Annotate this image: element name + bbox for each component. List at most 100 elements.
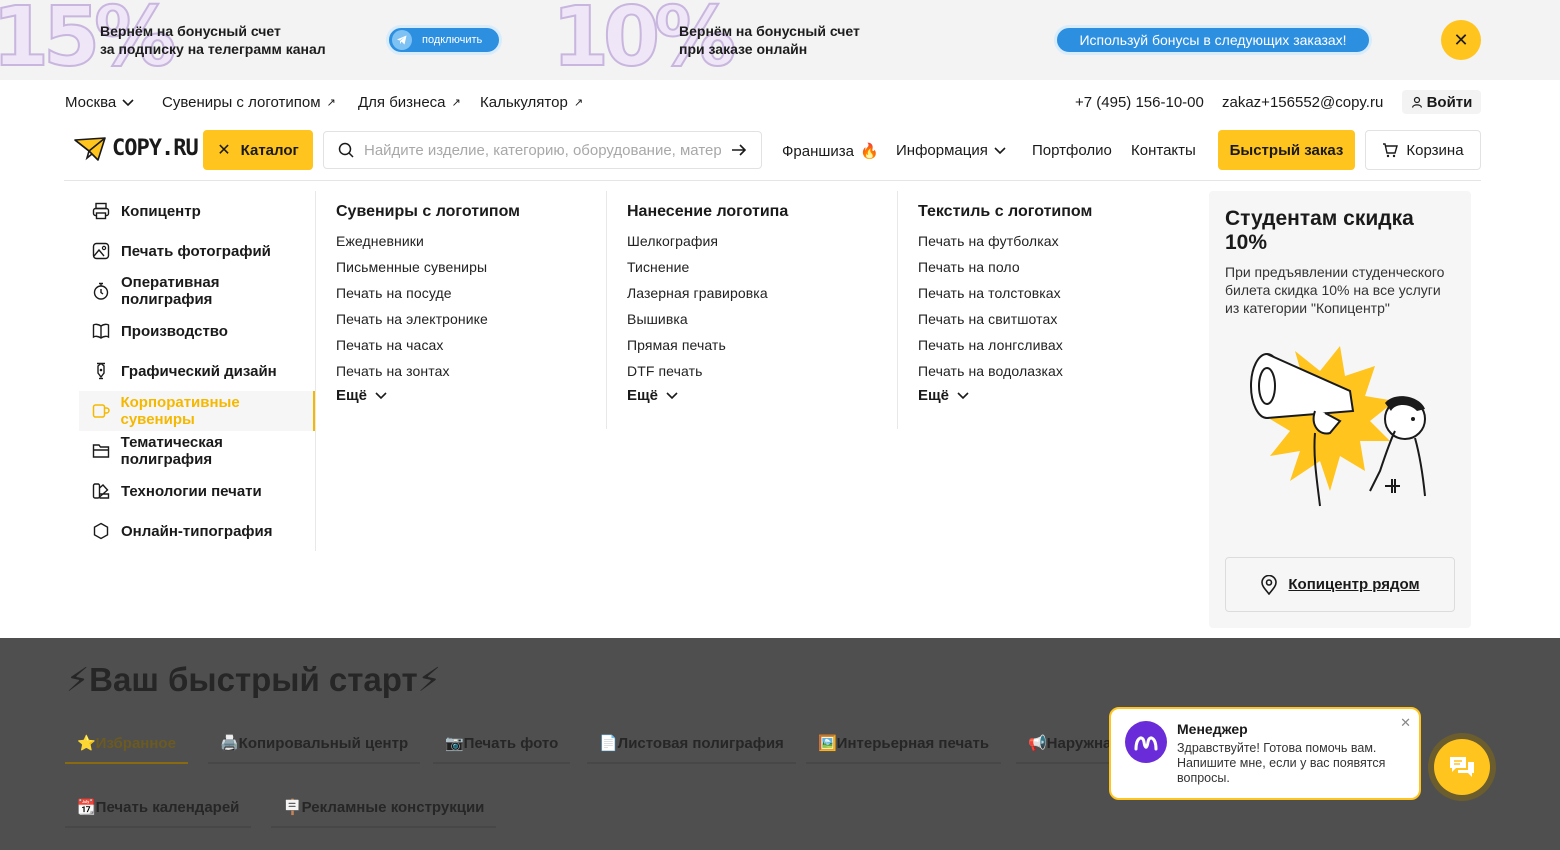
more-label: Ещё (336, 387, 368, 404)
tab-photo-print[interactable]: 📷Печать фото (433, 728, 571, 764)
franchise-link[interactable]: Франшиза 🔥 (782, 142, 879, 161)
chevron-down-icon (957, 391, 969, 399)
cart-icon (1383, 143, 1399, 158)
submenu-link[interactable]: Печать на посуде (336, 285, 606, 311)
category-item-design[interactable]: Графический дизайн (79, 351, 315, 391)
email-link[interactable]: zakaz+156552@copy.ru (1222, 94, 1383, 111)
tab-sheet-printing[interactable]: 📄Листовая полиграфия (587, 728, 796, 764)
promo-text-right: Вернём на бонусный счет при заказе онлай… (679, 22, 860, 58)
business-link[interactable]: Для бизнеса ↗ (358, 94, 461, 111)
tab-calendars[interactable]: 📆Печать календарей (65, 792, 252, 828)
submenu-link[interactable]: Тиснение (627, 259, 897, 285)
arrow-right-icon[interactable] (731, 143, 747, 157)
submenu-link[interactable]: Лазерная гравировка (627, 285, 897, 311)
more-button[interactable]: Ещё (336, 387, 606, 404)
column-title: Сувениры с логотипом (336, 203, 520, 220)
submenu-link[interactable]: DTF печать (627, 363, 897, 389)
submenu-link[interactable]: Вышивка (627, 311, 897, 337)
category-item-thematic[interactable]: Тематическая полиграфия (79, 431, 315, 471)
tab-ad-constructions[interactable]: 🪧Рекламные конструкции (271, 792, 497, 828)
submenu-link[interactable]: Печать на лонгсливах (918, 337, 1189, 363)
info-menu[interactable]: Информация (896, 142, 1006, 159)
pen-nib-icon (91, 361, 111, 381)
copycenter-nearby-button[interactable]: Копицентр рядом (1225, 557, 1455, 612)
phone-link[interactable]: +7 (495) 156-10-00 (1075, 94, 1204, 111)
category-menu: Копицентр Печать фотографий Оперативная … (79, 191, 316, 551)
portfolio-link[interactable]: Портфолио (1032, 142, 1112, 159)
submenu-link[interactable]: Печать на толстовках (918, 285, 1189, 311)
close-icon: ✕ (217, 142, 231, 159)
fire-icon: 🔥 (860, 143, 879, 160)
logo[interactable]: COPY.RU (74, 136, 199, 161)
use-bonuses-button[interactable]: Используй бонусы в следующих заказах! (1054, 25, 1372, 55)
telegram-icon (392, 30, 412, 50)
telegram-connect-label: подключить (422, 34, 483, 46)
category-label: Производство (121, 322, 228, 340)
chat-manager-name: Менеджер (1177, 721, 1248, 737)
submenu-link[interactable]: Шелкография (627, 233, 897, 259)
category-label: Технологии печати (121, 482, 262, 500)
quickstart-title: ⚡Ваш быстрый старт⚡ (66, 661, 441, 698)
category-item-souvenirs[interactable]: Корпоративные сувениры (79, 391, 315, 431)
submenu-link[interactable]: Печать на электронике (336, 311, 606, 337)
more-button[interactable]: Ещё (918, 387, 1189, 404)
category-item-copycenter[interactable]: Копицентр (79, 191, 315, 231)
category-label: Корпоративные сувениры (120, 394, 240, 428)
category-label: Копицентр (121, 202, 201, 220)
tab-favorites[interactable]: ⭐Избранное (65, 728, 188, 764)
chat-open-button[interactable] (1428, 733, 1496, 801)
calculator-link[interactable]: Калькулятор ↗ (480, 94, 583, 111)
submenu-link[interactable]: Ежедневники (336, 233, 606, 259)
map-pin-icon (1261, 574, 1278, 595)
cart-button[interactable]: Корзина (1365, 130, 1481, 170)
category-label: Печать фотографий (121, 242, 271, 260)
category-item-online-print[interactable]: Онлайн-типография (79, 511, 315, 551)
submenu-link[interactable]: Печать на зонтах (336, 363, 606, 389)
promo-right-line2: при заказе онлайн (679, 41, 808, 57)
more-button[interactable]: Ещё (627, 387, 897, 404)
folder-icon (91, 441, 111, 461)
header-divider (64, 180, 1481, 181)
souvenirs-link[interactable]: Сувениры с логотипом ↗ (162, 94, 336, 111)
submenu-link[interactable]: Печать на футболках (918, 233, 1189, 259)
search-input[interactable] (364, 141, 721, 159)
submenu-link[interactable]: Печать на водолазках (918, 363, 1189, 389)
palette-icon (91, 481, 111, 501)
close-chat-icon[interactable]: ✕ (1400, 715, 1411, 731)
city-selector[interactable]: Москва (65, 94, 134, 111)
card-text: При предъявлении студенческого билета ск… (1225, 264, 1445, 316)
tab-copy-center[interactable]: 🖨️Копировальный центр (208, 728, 421, 764)
quick-order-button[interactable]: Быстрый заказ (1218, 130, 1355, 170)
category-item-photo[interactable]: Печать фотографий (79, 231, 315, 271)
submenu-link[interactable]: Печать на поло (918, 259, 1189, 285)
chat-popup[interactable]: Менеджер Здравствуйте! Готова помочь вам… (1109, 707, 1421, 800)
category-item-production[interactable]: Производство (79, 311, 315, 351)
promo-text-left: Вернём на бонусный счет за подписку на т… (100, 22, 326, 58)
catalog-button[interactable]: ✕ Каталог (203, 130, 313, 170)
submenu-column-souvenirs: Сувениры с логотипом Ежедневники Письмен… (316, 191, 607, 429)
tab-interior-print[interactable]: 🖼️Интерьерная печать (806, 728, 1002, 764)
category-item-operative[interactable]: Оперативная полиграфия (79, 271, 315, 311)
franchise-label: Франшиза (782, 142, 855, 160)
chat-message: Здравствуйте! Готова помочь вам. Напишит… (1177, 741, 1386, 785)
contacts-link[interactable]: Контакты (1131, 142, 1196, 159)
cart-label: Корзина (1406, 141, 1464, 159)
category-item-technologies[interactable]: Технологии печати (79, 471, 315, 511)
submenu-link[interactable]: Печать на свитшотах (918, 311, 1189, 337)
stopwatch-icon (91, 281, 111, 301)
telegram-connect-button[interactable]: подключить (386, 25, 502, 55)
submenu-link[interactable]: Печать на часах (336, 337, 606, 363)
more-label: Ещё (918, 387, 950, 404)
external-arrow-icon: ↗ (573, 97, 584, 109)
chat-button-inner (1434, 739, 1490, 795)
external-arrow-icon: ↗ (451, 97, 461, 109)
submenu-link[interactable]: Прямая печать (627, 337, 897, 363)
close-banner-button[interactable]: ✕ (1441, 20, 1481, 60)
copycenter-nearby-label: Копицентр рядом (1288, 576, 1420, 593)
login-button[interactable]: Войти (1402, 90, 1481, 114)
manager-avatar (1125, 721, 1167, 763)
submenu-link[interactable]: Письменные сувениры (336, 259, 606, 285)
book-icon (91, 321, 111, 341)
megaphone-illustration (1250, 346, 1426, 507)
paper-plane-logo-icon (74, 136, 106, 161)
